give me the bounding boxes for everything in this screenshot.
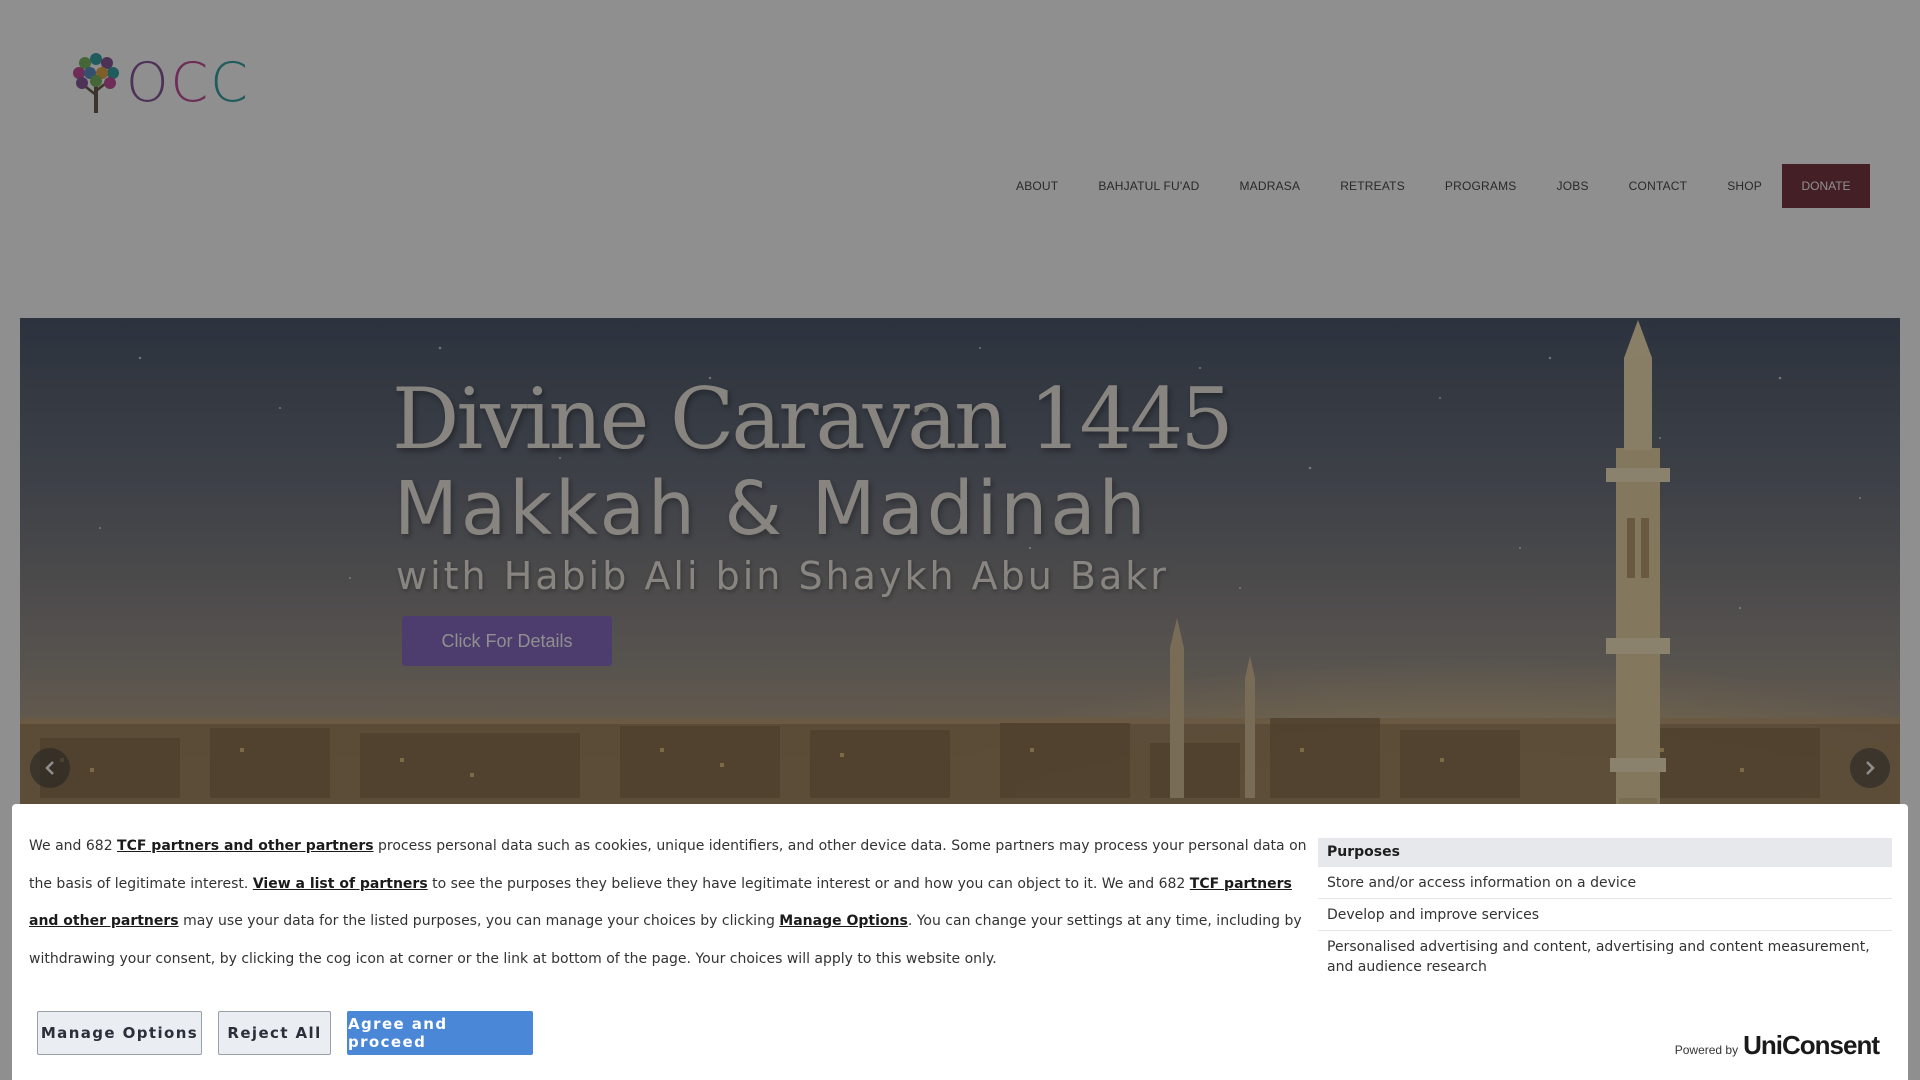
manage-options-button[interactable]: Manage Options (37, 1011, 202, 1055)
purpose-item: Store and/or access information on a dev… (1318, 866, 1892, 898)
agree-and-proceed-button[interactable]: Agree and proceed (347, 1011, 533, 1055)
uniconsent-logo[interactable]: UniConsent (1743, 1030, 1880, 1061)
manage-options-link[interactable]: Manage Options (779, 913, 908, 929)
purposes-heading: Purposes (1318, 838, 1892, 866)
consent-text-part: to see the purposes they believe they ha… (427, 875, 1190, 892)
consent-text-part: We and 682 (29, 838, 118, 854)
purpose-item: Develop and improve services (1318, 898, 1892, 930)
tcf-partners-link[interactable]: TCF partners and other partners (117, 838, 374, 854)
consent-text-part: may use your data for the listed purpose… (178, 913, 780, 929)
powered-by-label: Powered by (1674, 1043, 1739, 1057)
consent-buttons: Manage Options Reject All Agree and proc… (37, 1011, 549, 1055)
purpose-item: Personalised advertising and content, ad… (1318, 930, 1892, 982)
purposes-list: Purposes Store and/or access information… (1318, 838, 1892, 982)
view-partners-link[interactable]: View a list of partners (253, 876, 428, 892)
reject-all-button[interactable]: Reject All (218, 1011, 331, 1055)
consent-description: We and 682 TCF partners and other partne… (29, 828, 1319, 978)
consent-banner: We and 682 TCF partners and other partne… (12, 804, 1908, 1080)
powered-by: Powered by UniConsent (1674, 1030, 1880, 1061)
